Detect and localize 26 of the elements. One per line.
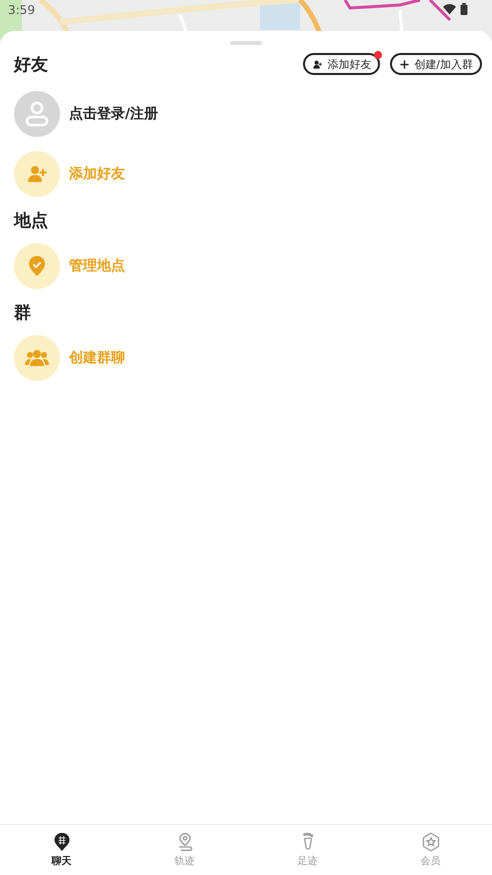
section-title: 地点	[14, 210, 49, 231]
icon-circle[interactable]	[14, 243, 60, 289]
chat-pin-icon	[52, 832, 72, 852]
nav-tab[interactable]: 会员	[369, 825, 492, 875]
drag-handle[interactable]	[230, 41, 262, 45]
battery-icon	[460, 3, 468, 15]
section-title: 好友	[14, 54, 48, 76]
star-badge-icon	[420, 832, 440, 852]
header-button[interactable]: 创建/加入群	[390, 53, 482, 75]
icon-circle[interactable]	[14, 151, 60, 197]
nav-tab[interactable]: 轨迹	[123, 825, 246, 875]
icon-circle[interactable]	[14, 335, 60, 381]
login-link[interactable]: 点击登录/注册	[69, 105, 158, 123]
section-title: 群	[14, 302, 32, 323]
status-time: 3:59	[8, 3, 35, 17]
action-link[interactable]: 添加好友	[69, 165, 125, 183]
header-button[interactable]: 添加好友	[303, 53, 380, 75]
person-icon	[25, 101, 49, 127]
plus-icon	[399, 58, 410, 70]
action-link[interactable]: 管理地点	[69, 257, 125, 275]
avatar[interactable]	[14, 91, 60, 137]
action-link[interactable]: 创建群聊	[69, 349, 125, 367]
add-person-icon	[312, 58, 324, 70]
wifi-icon	[443, 3, 456, 15]
nav-tab[interactable]: 足迹	[246, 825, 369, 875]
nav-tab[interactable]: 聊天	[0, 825, 123, 875]
